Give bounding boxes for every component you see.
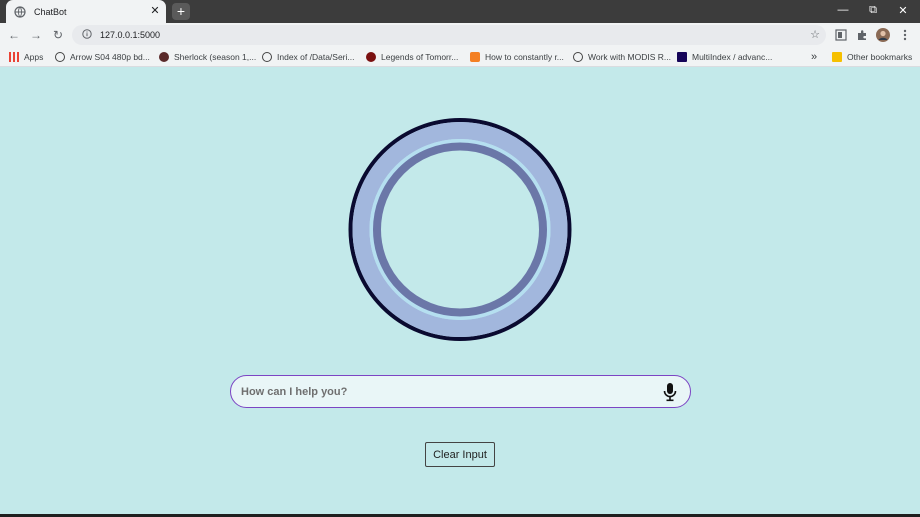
bookmark-apps[interactable]: Apps xyxy=(9,51,43,63)
bookmarks-bar: Apps Arrow S04 480p bd... Sherlock (seas… xyxy=(0,47,920,67)
pandas-icon xyxy=(677,52,687,62)
browser-title-bar: ChatBot ✕ + — ⧉ ✕ xyxy=(0,0,920,23)
globe-icon xyxy=(55,52,65,62)
apps-grid-icon xyxy=(9,52,19,62)
folder-icon xyxy=(832,52,842,62)
forward-arrow-icon[interactable]: → xyxy=(28,27,44,43)
bookmark-item[interactable]: Work with MODIS R... xyxy=(573,51,671,63)
bookmark-label: Legends of Tomorr... xyxy=(381,52,459,62)
orb-band xyxy=(352,122,568,337)
other-bookmarks[interactable]: Other bookmarks xyxy=(832,51,912,63)
bookmark-label: Other bookmarks xyxy=(847,52,913,62)
bookmark-label: Arrow S04 480p bd... xyxy=(70,52,150,62)
bookmark-label: Apps xyxy=(24,52,44,62)
site-icon xyxy=(366,52,376,62)
reload-icon[interactable]: ↻ xyxy=(50,27,66,43)
tab-title: ChatBot xyxy=(34,6,67,17)
bookmark-label: Sherlock (season 1,... xyxy=(174,52,257,62)
bookmark-item[interactable]: Legends of Tomorr... xyxy=(366,51,458,63)
bookmark-item[interactable]: How to constantly r... xyxy=(470,51,564,63)
url-text: 127.0.0.1:5000 xyxy=(100,30,161,40)
bookmark-label: Work with MODIS R... xyxy=(588,52,671,62)
address-bar[interactable]: 127.0.0.1:5000 ☆ xyxy=(72,25,826,45)
extensions-puzzle-icon[interactable] xyxy=(854,27,870,43)
close-tab-icon[interactable]: ✕ xyxy=(148,6,162,17)
microphone-icon[interactable] xyxy=(662,382,678,402)
globe-icon xyxy=(573,52,583,62)
close-window-icon[interactable]: ✕ xyxy=(888,0,918,20)
assistant-orb xyxy=(348,118,572,341)
bookmarks-overflow-button[interactable]: » xyxy=(811,51,817,63)
bookmark-item[interactable]: Sherlock (season 1,... xyxy=(159,51,256,63)
clear-input-button[interactable]: Clear Input xyxy=(425,442,495,467)
menu-kebab-icon[interactable] xyxy=(897,27,913,43)
orb-outer-ring xyxy=(348,118,572,341)
bookmark-label: MultiIndex / advanc... xyxy=(692,52,773,62)
restore-icon[interactable]: ⧉ xyxy=(858,0,888,20)
reading-list-icon[interactable] xyxy=(833,27,849,43)
bookmark-item[interactable]: Index of /Data/Seri... xyxy=(262,51,354,63)
search-bar xyxy=(230,375,691,408)
orb-gap xyxy=(369,139,551,320)
bookmark-label: How to constantly r... xyxy=(485,52,564,62)
back-arrow-icon[interactable]: ← xyxy=(6,27,22,43)
bookmark-star-icon[interactable]: ☆ xyxy=(810,28,820,41)
site-icon xyxy=(159,52,169,62)
bookmark-item[interactable]: Arrow S04 480p bd... xyxy=(55,51,150,63)
search-input[interactable] xyxy=(241,385,641,398)
info-icon[interactable] xyxy=(82,26,92,44)
browser-tab[interactable]: ChatBot ✕ xyxy=(6,0,166,23)
bookmark-item[interactable]: MultiIndex / advanc... xyxy=(677,51,772,63)
globe-icon xyxy=(262,52,272,62)
new-tab-button[interactable]: + xyxy=(172,3,190,20)
stackoverflow-icon xyxy=(470,52,480,62)
minimize-icon[interactable]: — xyxy=(828,0,858,20)
browser-toolbar: ← → ↻ 127.0.0.1:5000 ☆ xyxy=(0,23,920,47)
profile-avatar[interactable] xyxy=(875,27,891,43)
bookmark-label: Index of /Data/Seri... xyxy=(277,52,355,62)
globe-icon xyxy=(14,5,26,18)
orb-inner-ring xyxy=(373,142,547,317)
